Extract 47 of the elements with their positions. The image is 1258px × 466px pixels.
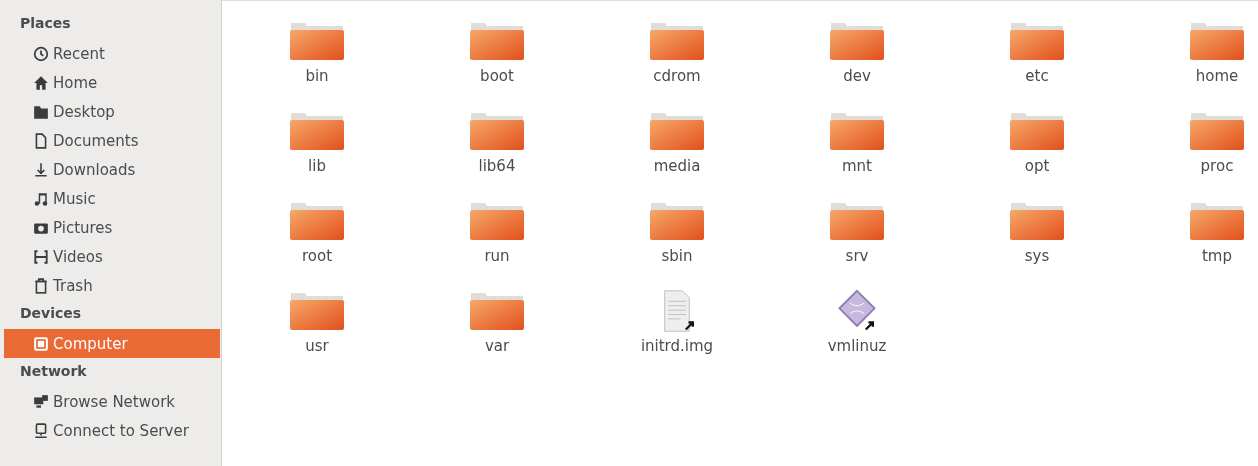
film-icon: [33, 248, 49, 265]
file-name[interactable]: var: [484, 337, 510, 355]
folder-icon: [33, 103, 49, 120]
file-name[interactable]: lib: [308, 157, 326, 175]
home-icon: [33, 74, 49, 91]
file-name[interactable]: boot: [480, 67, 514, 85]
server-icon: [33, 422, 49, 439]
document-icon: [33, 132, 49, 149]
file-name[interactable]: media: [653, 157, 701, 175]
file-name[interactable]: opt: [1024, 157, 1050, 175]
sidebar-item[interactable]: Videos: [4, 242, 221, 271]
section-heading: Places: [19, 14, 72, 33]
sidebar-item[interactable]: Downloads: [4, 155, 221, 184]
file-name[interactable]: vmlinuz: [827, 337, 887, 355]
file-name[interactable]: proc: [1200, 157, 1234, 175]
file-name[interactable]: cdrom: [653, 67, 701, 85]
clock-icon: [33, 45, 49, 62]
download-icon: [33, 161, 49, 178]
sidebar-item[interactable]: Music: [4, 184, 221, 213]
file-name[interactable]: sys: [1024, 247, 1050, 265]
file-name[interactable]: home: [1195, 67, 1239, 85]
file-name[interactable]: initrd.img: [640, 337, 714, 355]
sidebar-item[interactable]: Pictures: [4, 213, 221, 242]
sidebar-item[interactable]: Documents: [4, 126, 221, 155]
file-name[interactable]: usr: [305, 337, 329, 355]
trash-icon: [33, 277, 49, 294]
file-name[interactable]: run: [484, 247, 510, 265]
file-name[interactable]: root: [301, 247, 333, 265]
sidebar-item[interactable]: Recent: [4, 39, 221, 68]
sidebar-item[interactable]: Connect to Server: [4, 416, 221, 445]
file-name[interactable]: sbin: [661, 247, 693, 265]
section-heading: Devices: [19, 304, 83, 323]
file-name[interactable]: etc: [1025, 67, 1049, 85]
file-name[interactable]: tmp: [1202, 247, 1232, 265]
file-name[interactable]: bin: [305, 67, 329, 85]
sidebar-item[interactable]: Home: [4, 68, 221, 97]
computer-icon: [33, 335, 49, 352]
sidebar-item[interactable]: Desktop: [4, 97, 221, 126]
section-heading: Network: [19, 362, 88, 381]
sidebar-item[interactable]: Browse Network: [4, 387, 221, 416]
sidebar-item[interactable]: Trash: [4, 271, 221, 300]
file-name[interactable]: mnt: [842, 157, 872, 175]
file-name[interactable]: dev: [843, 67, 871, 85]
music-icon: [33, 190, 49, 207]
network-icon: [33, 393, 49, 410]
file-name[interactable]: srv: [845, 247, 869, 265]
file-name[interactable]: lib64: [478, 157, 516, 175]
